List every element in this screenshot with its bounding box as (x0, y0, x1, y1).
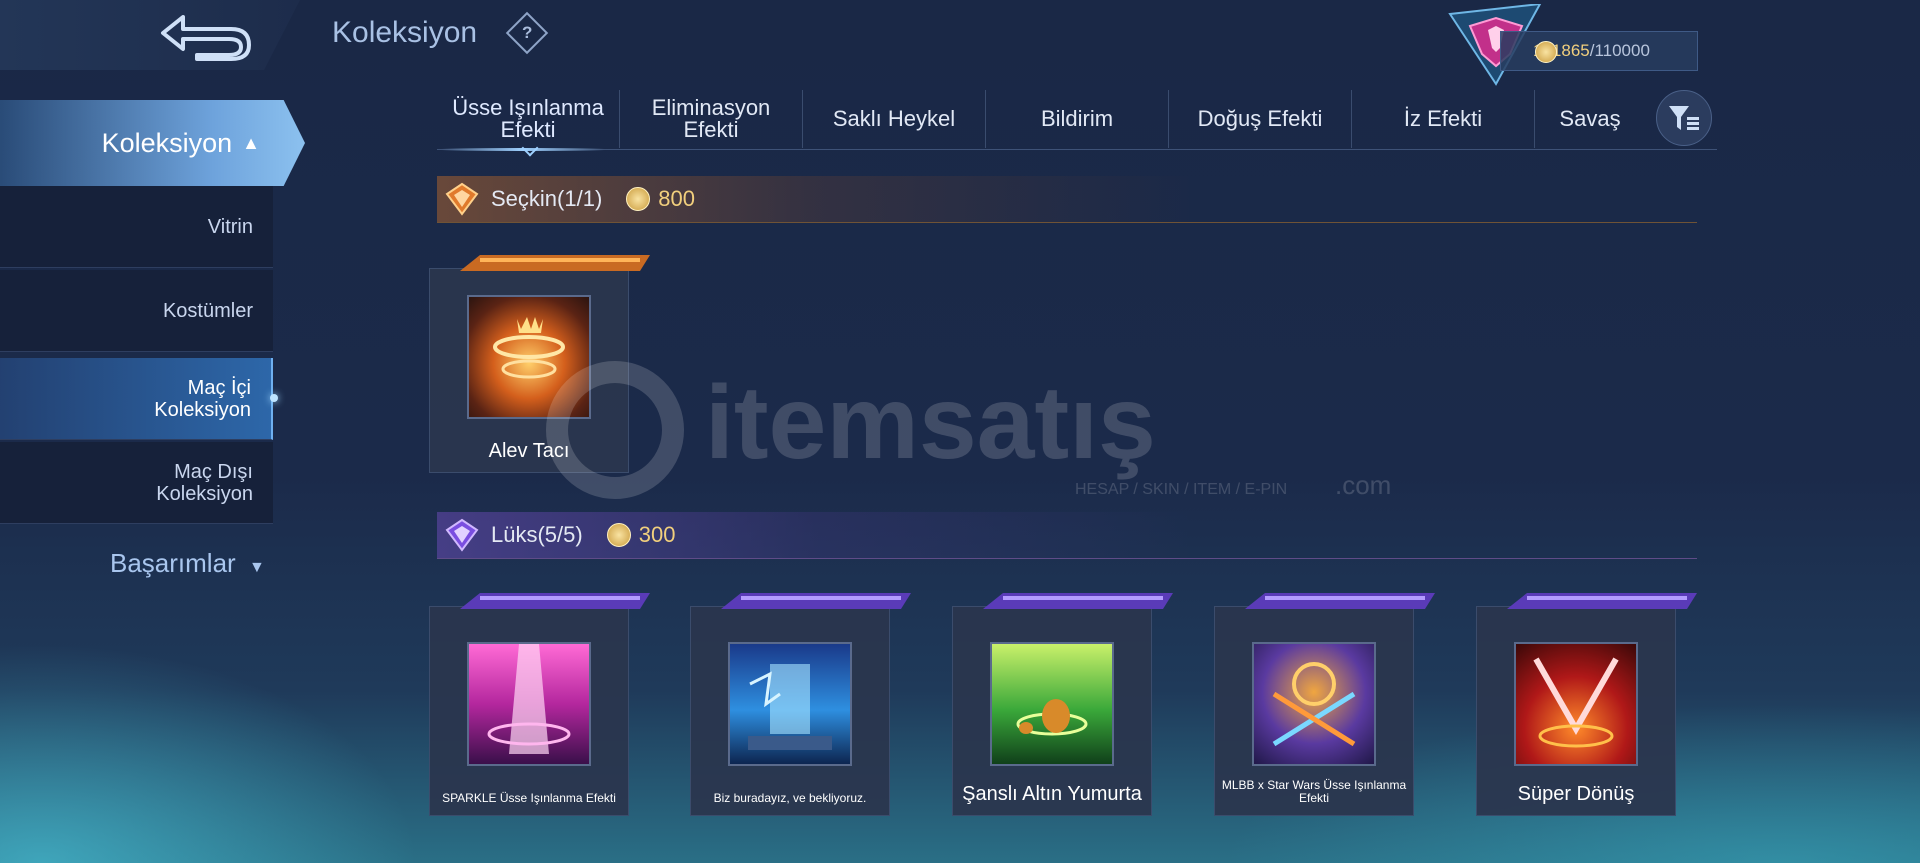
currency-display: 101865/110000 (1500, 31, 1698, 71)
item-thumbnail (728, 642, 852, 766)
elite-gem-icon (445, 182, 479, 216)
sidebar-main-label: Koleksiyon (101, 127, 233, 158)
sidebar-item-label: Kostümler (162, 299, 253, 322)
sidebar-item-label: Maç İçi Koleksiyon (154, 376, 251, 421)
item-name: Alev Tacı (488, 440, 570, 462)
lux-ribbon (1507, 593, 1697, 609)
tab-savas[interactable]: Savaş (1535, 90, 1645, 148)
sidebar-item-mac-ici-koleksiyon[interactable]: Maç İçi Koleksiyon (0, 358, 273, 440)
filter-button[interactable] (1656, 90, 1712, 146)
coin-icon (606, 523, 631, 547)
tab-label: Eliminasyon Efekti (651, 95, 771, 142)
svg-text:.com: .com (1335, 470, 1391, 500)
filter-icon (1669, 106, 1699, 130)
tab-dogus-efekti[interactable]: Doğuş Efekti (1169, 90, 1352, 148)
section-title: Lüks(5/5) (491, 522, 583, 547)
tab-label: Doğuş Efekti (1197, 106, 1323, 131)
section-header-lux: Lüks(5/5) 300 (437, 512, 1697, 559)
lux-ribbon (460, 593, 650, 609)
tab-label: Üsse Işınlanma Efekti (452, 95, 604, 142)
svg-text:itemsatış: itemsatış (705, 365, 1156, 481)
red-v-icon (1533, 657, 1619, 748)
golden-egg-icon (1016, 699, 1088, 736)
lux-ribbon (983, 593, 1173, 609)
page-title: Koleksiyon (332, 16, 478, 49)
tab-eliminasyon-efekti[interactable]: Eliminasyon Efekti (620, 90, 803, 148)
lux-ribbon (721, 593, 911, 609)
item-thumbnail (990, 642, 1114, 766)
sidebar-item-mac-disi-koleksiyon[interactable]: Maç Dışı Koleksiyon (0, 442, 273, 524)
svg-text:HESAP / SKIN / ITEM / E-PIN: HESAP / SKIN / ITEM / E-PIN (1075, 481, 1287, 498)
item-thumbnail (1514, 642, 1638, 766)
lux-gem-icon (445, 518, 479, 552)
watermark-logo: itemsatış HESAP / SKIN / ITEM / E-PIN .c… (546, 361, 1391, 500)
collection-card[interactable]: Biz buradayız, ve bekliyoruz. (690, 593, 911, 816)
sidebar-item-label: Maç Dışı Koleksiyon (156, 460, 253, 505)
lux-ribbon (1245, 593, 1435, 609)
tab-iz-efekti[interactable]: İz Efekti (1352, 90, 1535, 148)
section-price: 800 (658, 186, 695, 211)
sidebar-item-kostumler[interactable]: Kostümler (0, 270, 273, 352)
section-header-elite: Seçkin(1/1) 800 (437, 176, 1697, 223)
tab-bar: Üsse Işınlanma Efekti Eliminasyon Efekti… (437, 90, 1717, 148)
item-name: Şanslı Altın Yumurta (962, 783, 1142, 805)
item-thumbnail (467, 295, 591, 419)
elite-ribbon (460, 255, 650, 271)
sidebar-achievements[interactable]: Başarımlar ▼ (110, 548, 265, 579)
item-name: Biz buradayız, ve bekliyoruz. (713, 791, 867, 805)
portal-icon (748, 664, 832, 750)
chevron-up-icon: ▲ (242, 132, 260, 153)
currency-max: /110000 (1589, 41, 1650, 60)
lightsaber-icon (1272, 662, 1356, 747)
active-indicator-dot (270, 394, 278, 402)
tab-label: Saklı Heykel (832, 106, 956, 131)
tab-label: Bildirim (1040, 106, 1114, 131)
sidebar-main-koleksiyon[interactable]: Koleksiyon ▲ (0, 100, 305, 186)
tab-divider-line (437, 149, 1717, 150)
sparkle-beam-icon (487, 644, 571, 754)
collection-card[interactable]: Alev Tacı (429, 255, 650, 473)
coin-icon (1535, 41, 1557, 63)
flame-crown-icon (493, 317, 565, 379)
tab-label: İz Efekti (1403, 106, 1483, 131)
section-title: Seçkin(1/1) (491, 186, 603, 211)
collection-card[interactable]: MLBB x Star Wars Üsse Işınlanma Efekti (1214, 593, 1435, 816)
collection-card[interactable]: Şanslı Altın Yumurta (952, 593, 1173, 816)
question-icon[interactable]: ? (505, 11, 549, 55)
chevron-down-icon: ▼ (248, 559, 265, 576)
item-name: Süper Dönüş (1517, 783, 1635, 805)
item-thumbnail (467, 642, 591, 766)
sidebar-achievements-label: Başarımlar (110, 548, 236, 578)
background-glow-left (0, 643, 420, 863)
coin-icon (626, 187, 651, 211)
sidebar-item-vitrin[interactable]: Vitrin (0, 186, 273, 268)
item-name: SPARKLE Üsse Işınlanma Efekti (442, 791, 616, 805)
item-name: MLBB x Star Wars Üsse Işınlanma Efekti (1221, 778, 1407, 805)
section-price: 300 (638, 522, 676, 547)
tab-sakli-heykel[interactable]: Saklı Heykel (803, 90, 986, 148)
sidebar-item-label: Vitrin (207, 215, 253, 238)
item-thumbnail (1252, 642, 1376, 766)
back-arrow-icon (161, 15, 251, 61)
tab-label: Savaş (1559, 106, 1621, 131)
collection-card[interactable]: SPARKLE Üsse Işınlanma Efekti (429, 593, 650, 816)
tab-bildirim[interactable]: Bildirim (986, 90, 1169, 148)
back-button[interactable] (150, 8, 260, 62)
collection-card[interactable]: Süper Dönüş (1476, 593, 1697, 816)
